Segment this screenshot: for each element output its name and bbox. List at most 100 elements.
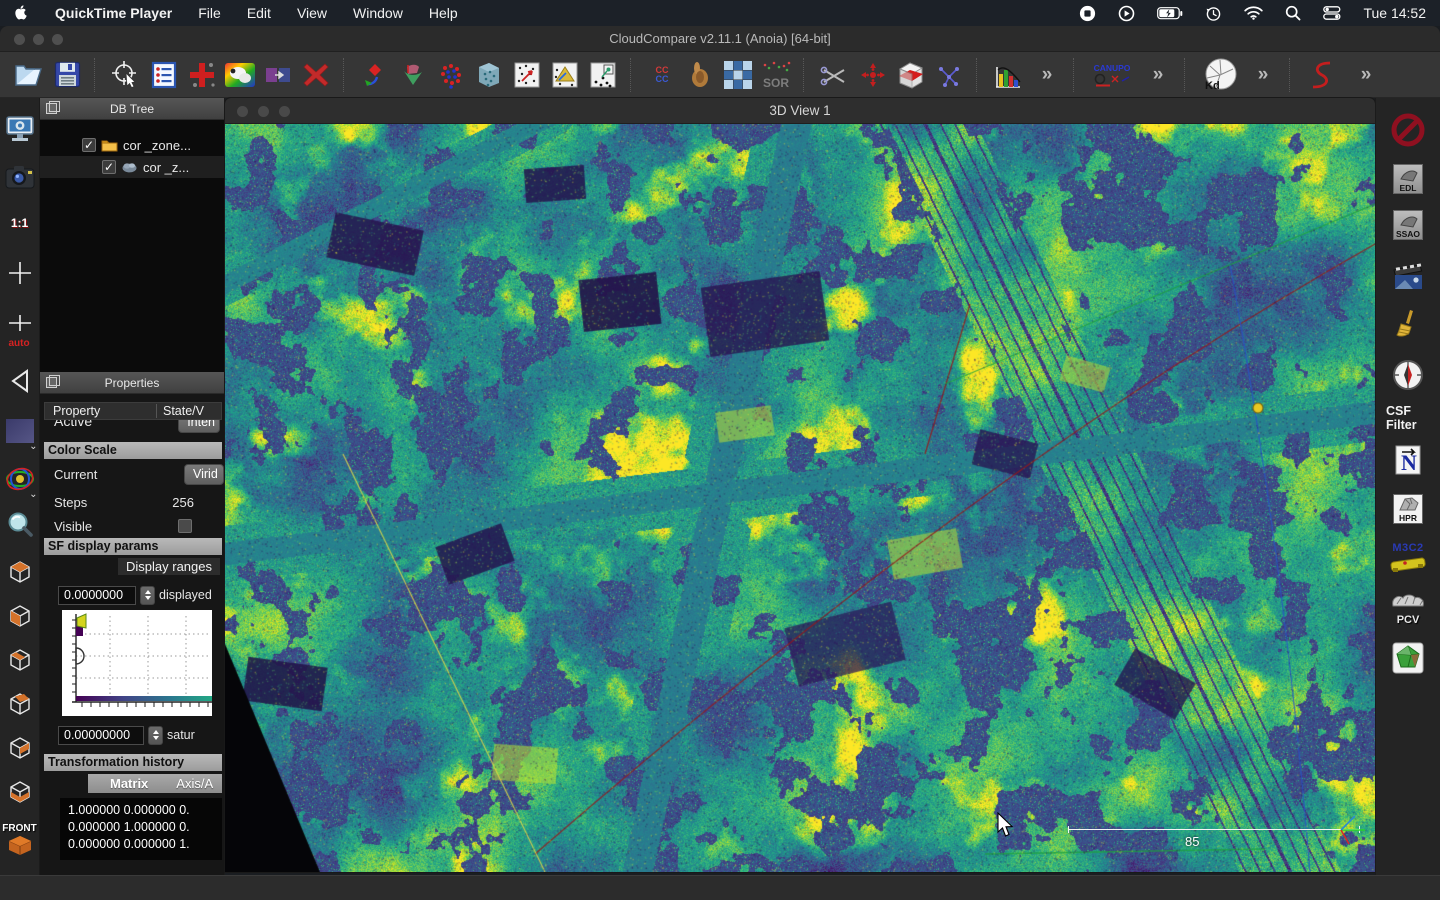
graph-edit-button[interactable] (930, 57, 968, 93)
add-point-button[interactable] (183, 57, 221, 93)
screen-record-stop-icon[interactable] (1079, 5, 1096, 22)
display-settings-button[interactable] (3, 112, 37, 146)
wifi-icon[interactable] (1244, 6, 1263, 20)
register-clouds-button[interactable] (356, 57, 394, 93)
pcv-plugin-button[interactable]: PCV (1386, 592, 1430, 628)
facets-plugin-button[interactable] (1386, 642, 1430, 674)
menu-edit[interactable]: Edit (247, 5, 271, 21)
tab-matrix[interactable]: Matrix (110, 776, 148, 791)
save-file-button[interactable] (48, 57, 86, 93)
3d-view-window: 3D View 1 85 (225, 98, 1375, 872)
visible-checkbox[interactable] (178, 519, 192, 533)
set-colors-button[interactable] (221, 57, 259, 93)
tree-item-label: cor _z... (143, 160, 189, 175)
view-right-button[interactable] (3, 730, 37, 764)
canupo-plugin-button[interactable]: CANUPO (1086, 57, 1138, 93)
apple-menu-icon[interactable] (14, 5, 29, 22)
hpr-plugin-button[interactable]: HPR (1386, 494, 1430, 524)
previous-view-button[interactable] (3, 364, 37, 398)
clean-broom-button[interactable] (1386, 308, 1430, 342)
active-dropdown[interactable]: Inten (178, 420, 220, 433)
toolbar-overflow-chevron[interactable]: » (1027, 57, 1065, 93)
steps-row: Steps 256 (44, 492, 222, 512)
cross-section-button[interactable] (892, 57, 930, 93)
auto-pick-center-button[interactable]: auto (3, 308, 37, 342)
local-statistical-test-button[interactable] (508, 57, 546, 93)
displayed-min-field[interactable]: 0.0000000 (58, 586, 136, 605)
col-property: Property (45, 404, 157, 418)
compass-plugin-button[interactable] (1386, 358, 1430, 392)
saturation-stepper[interactable] (148, 726, 163, 745)
menu-clock[interactable]: Tue 14:52 (1363, 5, 1426, 21)
csf-filter-label[interactable]: CSF Filter (1386, 404, 1430, 432)
view-top-button[interactable] (3, 554, 37, 588)
3d-view-title-bar[interactable]: 3D View 1 (225, 98, 1375, 124)
plugins-overflow-chevron[interactable]: » (1346, 57, 1384, 93)
delete-entity-button[interactable] (297, 57, 335, 93)
kdtree-overflow-chevron[interactable]: » (1243, 57, 1281, 93)
view-bottom-button[interactable] (3, 774, 37, 808)
view-front-button[interactable] (3, 598, 37, 632)
pick-center-crosshair-button[interactable] (3, 256, 37, 290)
undock-panel-icon[interactable] (46, 377, 57, 388)
menu-app-name[interactable]: QuickTime Player (55, 5, 172, 21)
tree-item-cloud[interactable]: ✓ cor _z... (40, 156, 224, 178)
toggle-properties-button[interactable] (145, 57, 183, 93)
spotlight-search-icon[interactable] (1285, 5, 1301, 21)
menu-window[interactable]: Window (353, 5, 403, 21)
histogram-button[interactable] (989, 57, 1027, 93)
sample-mesh-button[interactable] (681, 57, 719, 93)
point-cloud-viewport[interactable] (225, 124, 1375, 872)
normals-plugin-button[interactable]: N (1386, 444, 1430, 476)
segment-scissors-button[interactable] (816, 57, 854, 93)
fine-registration-icp-button[interactable] (394, 57, 432, 93)
point-list-picking-button[interactable] (584, 57, 622, 93)
sf-display-params-section: SF display params (44, 538, 222, 555)
animation-plugin-button[interactable] (1386, 262, 1430, 292)
steps-value[interactable]: 256 (172, 495, 194, 510)
menu-help[interactable]: Help (429, 5, 458, 21)
cloud-primitive-distance-button[interactable] (546, 57, 584, 93)
menu-file[interactable]: File (198, 5, 221, 21)
pick-point-button[interactable] (854, 57, 892, 93)
canupo-overflow-chevron[interactable]: » (1138, 57, 1176, 93)
tree-checkbox[interactable]: ✓ (82, 138, 96, 152)
tab-axis-angle[interactable]: Axis/A (176, 776, 213, 791)
transformation-matrix: 1.000000 0.000000 0. 0.000000 1.000000 0… (60, 798, 222, 860)
sor-filter-button[interactable]: SOR (757, 57, 795, 93)
undock-panel-icon[interactable] (46, 103, 57, 114)
toolbar-separator (1073, 58, 1083, 92)
view-back-button[interactable] (3, 686, 37, 720)
menu-view[interactable]: View (297, 5, 327, 21)
cloud-mesh-distance-button[interactable] (470, 57, 508, 93)
open-file-button[interactable] (10, 57, 48, 93)
tree-item-folder[interactable]: ✓ cor _zone... (40, 134, 224, 156)
rotation-orbit-button[interactable]: ⌄ (3, 462, 37, 496)
saturation-field[interactable]: 0.00000000 (58, 726, 144, 745)
pick-rotation-center-button[interactable] (107, 57, 145, 93)
background-gradient-button[interactable]: ⌄ (3, 414, 37, 448)
view-left-button[interactable] (3, 642, 37, 676)
cloud-cloud-distance-button[interactable] (432, 57, 470, 93)
displayed-stepper[interactable] (140, 586, 155, 605)
edl-shader-button[interactable]: EDL (1386, 164, 1430, 194)
ssao-shader-button[interactable]: SSAO (1386, 210, 1430, 240)
play-status-icon[interactable] (1118, 5, 1135, 22)
sf-histogram[interactable] (62, 610, 212, 716)
m3c2-plugin-button[interactable]: M3C2 (1386, 542, 1430, 578)
time-machine-icon[interactable] (1205, 5, 1222, 22)
clone-entity-button[interactable] (259, 57, 297, 93)
control-center-icon[interactable] (1323, 6, 1341, 20)
screenshot-camera-button[interactable] (3, 160, 37, 194)
sra-plugin-button[interactable] (1302, 57, 1340, 93)
zoom-1-1-button[interactable]: 1:1 (3, 206, 37, 240)
battery-icon[interactable] (1157, 7, 1183, 20)
no-filter-button[interactable] (1386, 112, 1430, 148)
cc-comparison-button[interactable]: CCCC (643, 57, 681, 93)
view-front-iso-button[interactable]: FRONT (3, 822, 37, 856)
kd-tree-plugin-button[interactable]: Kd (1197, 57, 1243, 93)
subsample-cloud-button[interactable] (719, 57, 757, 93)
color-scale-dropdown[interactable]: Virid (184, 464, 224, 485)
tree-checkbox[interactable]: ✓ (102, 160, 116, 174)
zoom-magnifier-button[interactable] (3, 508, 37, 542)
